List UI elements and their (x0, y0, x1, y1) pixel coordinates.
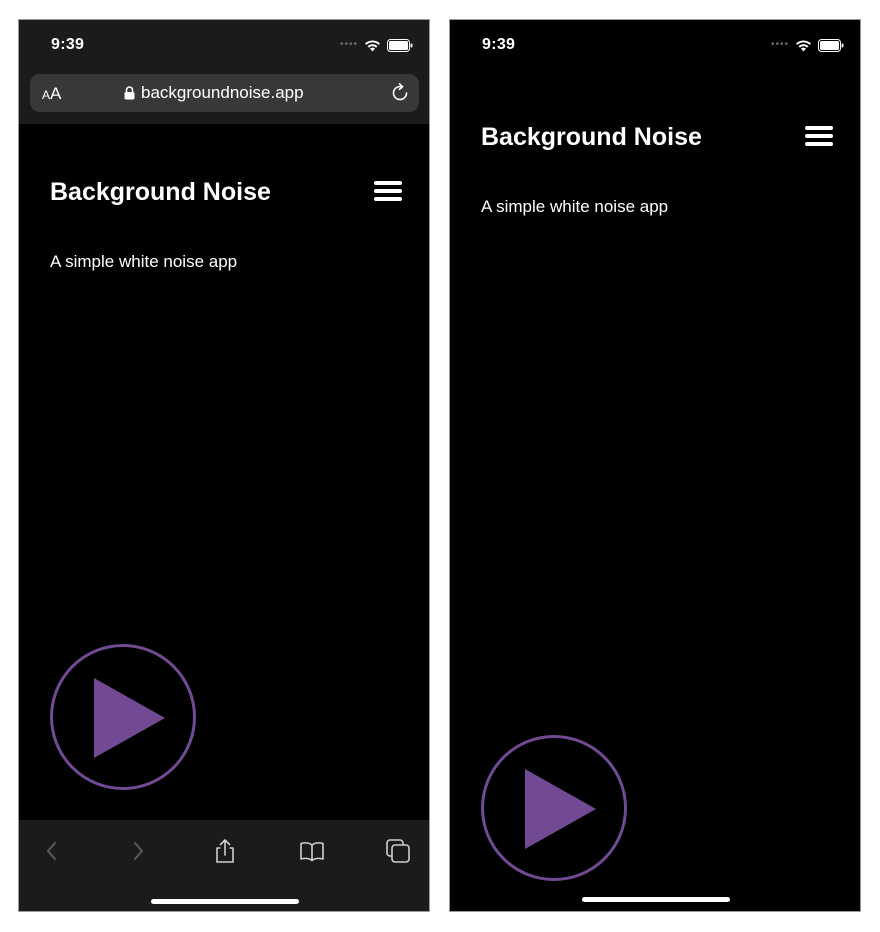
status-icons: •••• (340, 37, 413, 53)
text-size-button[interactable]: AA (42, 84, 61, 105)
home-indicator[interactable] (151, 899, 299, 904)
tabs-icon[interactable] (385, 838, 411, 864)
hamburger-menu-icon[interactable] (374, 181, 402, 203)
wifi-icon (796, 39, 811, 51)
status-time: 9:39 (51, 36, 85, 53)
status-bar: 9:39 •••• (19, 20, 429, 72)
signal-icon: •••• (770, 39, 789, 50)
share-icon[interactable] (212, 838, 238, 864)
forward-icon[interactable] (125, 838, 151, 864)
wifi-icon (365, 39, 380, 51)
standalone-screen: 9:39 •••• Background Noise A simple whit… (449, 19, 861, 912)
signal-icon: •••• (339, 39, 358, 50)
app-title: Background Noise (481, 123, 702, 151)
hamburger-menu-icon[interactable] (805, 126, 833, 148)
status-icons: •••• (771, 37, 844, 53)
status-bar: 9:39 •••• (450, 20, 860, 72)
battery-icon (387, 38, 413, 52)
battery-icon (818, 38, 844, 52)
lock-icon (124, 86, 135, 100)
play-button[interactable] (481, 735, 627, 881)
url-text: backgroundnoise.app (141, 83, 304, 102)
status-time: 9:39 (482, 36, 516, 53)
app-subtitle: A simple white noise app (50, 252, 238, 271)
back-icon[interactable] (39, 838, 65, 864)
browser-screen: 9:39 •••• AA backgroundnoise.app Backgro… (18, 19, 430, 912)
browser-chrome: AA backgroundnoise.app (19, 72, 429, 124)
home-indicator[interactable] (582, 897, 730, 902)
bookmarks-icon[interactable] (299, 838, 325, 864)
browser-toolbar (19, 820, 429, 911)
url-display[interactable]: backgroundnoise.app (124, 83, 304, 103)
address-bar[interactable]: AA backgroundnoise.app (30, 74, 419, 112)
reload-icon[interactable] (389, 82, 411, 104)
play-icon (94, 678, 165, 758)
play-icon (525, 769, 596, 849)
app-subtitle: A simple white noise app (481, 197, 669, 216)
play-button[interactable] (50, 644, 196, 790)
app-title: Background Noise (50, 178, 271, 206)
